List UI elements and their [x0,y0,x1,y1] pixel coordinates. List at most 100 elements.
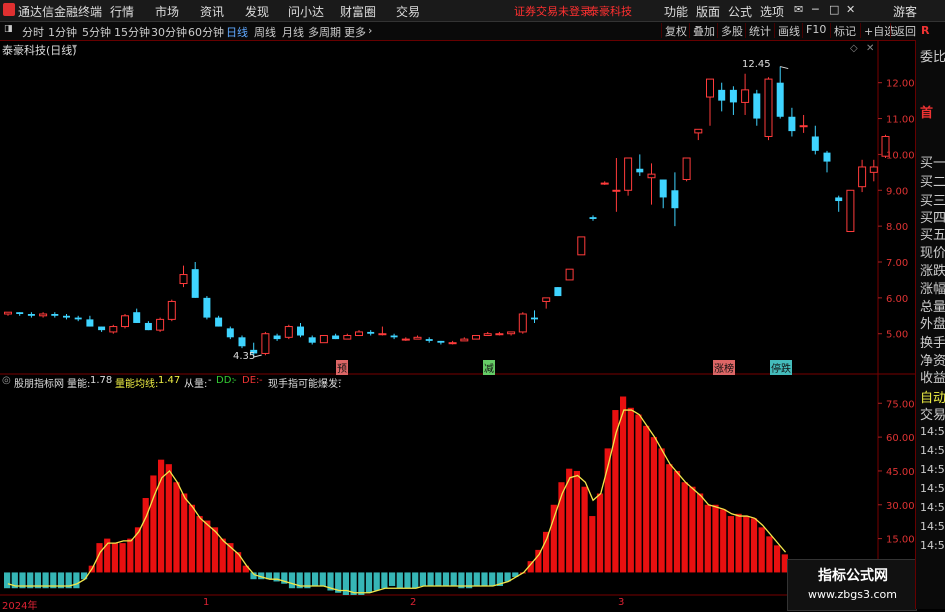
period-5min[interactable]: 5分钟 [82,24,111,40]
minimize-icon[interactable]: ─ [812,3,819,16]
volume-bar [727,516,734,573]
sidebar-label-trade: 交易 [920,408,945,423]
volume-bar [535,549,542,573]
menu-item-trade[interactable]: 交易 [396,3,420,20]
message-icon[interactable]: ✉ [794,3,803,16]
adjust-button[interactable]: 复权 [661,23,687,38]
trade-time: 14:56 [920,501,945,514]
menu-item-quotes[interactable]: 行情 [110,3,134,20]
candle-body [121,315,129,328]
chart-close-icon[interactable]: ✕ [866,43,874,54]
volume-bar [473,572,480,586]
candle-body [425,339,433,341]
sidebar-label-turnover: 换手 [920,336,945,351]
draw-button[interactable]: 画线 [774,23,800,38]
candle-body [51,314,59,316]
candle-body [600,182,609,185]
period-30min[interactable]: 30分钟 [151,24,187,40]
volume-bar [620,396,627,573]
period-more[interactable]: 更多 [344,24,366,40]
chart-area: 12.00 11.00 10.00 9.00 8.00 7.00 6.00 5.00 75.00… [0,40,915,609]
volume-bar [312,572,319,586]
candle-body [109,326,118,333]
period-monthly[interactable]: 月线 [282,24,304,40]
candle-body [238,337,246,347]
trade-time: 14:56 [920,463,945,476]
app-logo-icon [3,3,15,16]
from-value: - [208,375,212,386]
dd-label: DD: [216,375,235,386]
volume-bar [381,572,388,589]
price-tick-label: 9.00 [886,186,908,197]
volume-bar [396,572,403,589]
indicator-settings-icon[interactable]: ◎ [2,375,11,386]
back-button[interactable]: 返回 [890,23,916,38]
candle-body [4,311,12,315]
candle-body [542,297,551,302]
period-intraday[interactable]: 分时 [22,24,44,40]
r-indicator-icon: R [921,24,930,37]
candle-body [332,335,340,340]
candle-body [460,338,469,342]
candle-body [483,333,492,337]
trade-time: 14:56 [920,520,945,533]
f10-button[interactable]: F10 [802,23,826,38]
period-weekly[interactable]: 周线 [254,24,276,40]
candle-body [694,128,703,134]
vol-value: 1.78 [90,375,113,386]
volume-bar [774,545,781,573]
event-marker-top-gainer[interactable]: 涨榜 [713,360,735,375]
volume-bar [181,493,188,573]
period-toolbar: ◨ 分时 1分钟 5分钟 15分钟 30分钟 60分钟 日线 周线 月线 多周期… [0,22,945,41]
period-daily[interactable]: 日线 [226,24,248,40]
mark-button[interactable]: 标记 [830,23,856,38]
candle-body [390,335,398,338]
menu-item-wealth[interactable]: 财富圈 [340,3,376,20]
stock-name: 泰豪科技 [588,5,632,18]
event-marker-forecast[interactable]: 预 [336,360,348,375]
menu-item-market[interactable]: 市场 [155,3,179,20]
event-marker-limit[interactable]: 停跌 [770,360,792,375]
volume-bar [319,572,326,586]
menu-item-formula[interactable]: 公式 [728,3,752,20]
multi-stock-button[interactable]: 多股 [717,23,743,38]
overlay-button[interactable]: 叠加 [689,23,715,38]
indicator-tick-label: 75.00 [886,399,915,410]
volume-bar [150,475,157,573]
close-icon[interactable]: ✕ [846,3,855,16]
volume-bar [134,527,142,573]
menu-item-options[interactable]: 选项 [760,3,784,20]
volume-bar [358,572,365,595]
menu-item-function[interactable]: 功能 [664,3,688,20]
candle-body [98,326,106,331]
candle-body [203,297,211,318]
candle-body [753,93,761,119]
stats-button[interactable]: 统计 [745,23,771,38]
menu-item-layout[interactable]: 版面 [696,3,720,20]
login-notice[interactable]: 证券交易未登录 [514,3,591,19]
indicator-name[interactable]: 股朋指标网 [14,375,64,390]
panel-toggle-icon[interactable]: ◨ [4,24,13,34]
candle-body [682,157,691,181]
menu-item-news[interactable]: 资讯 [200,3,224,20]
volume-bar [489,572,496,586]
candle-body [86,319,94,327]
maximize-icon[interactable]: □ [829,3,839,16]
volume-bar [73,572,80,589]
menu-item-ask[interactable]: 问小达 [288,3,324,20]
chart-title-dropdown-icon[interactable]: ▾ [72,42,77,53]
candle-body [589,217,597,219]
price-tick-label: 7.00 [886,258,908,269]
period-multi[interactable]: 多周期 [308,24,341,40]
event-marker-reduce[interactable]: 减 [483,360,495,375]
chart-settings-icon[interactable]: ◇ [850,43,858,54]
user-label[interactable]: 游客 [893,3,917,20]
menu-item-discover[interactable]: 发现 [245,3,269,20]
candle-body [811,136,819,151]
volume-bar [743,516,750,573]
chevron-right-icon[interactable]: › [368,24,372,37]
period-1min[interactable]: 1分钟 [48,24,77,40]
candle-body [507,331,516,335]
period-15min[interactable]: 15分钟 [114,24,150,40]
period-60min[interactable]: 60分钟 [188,24,224,40]
